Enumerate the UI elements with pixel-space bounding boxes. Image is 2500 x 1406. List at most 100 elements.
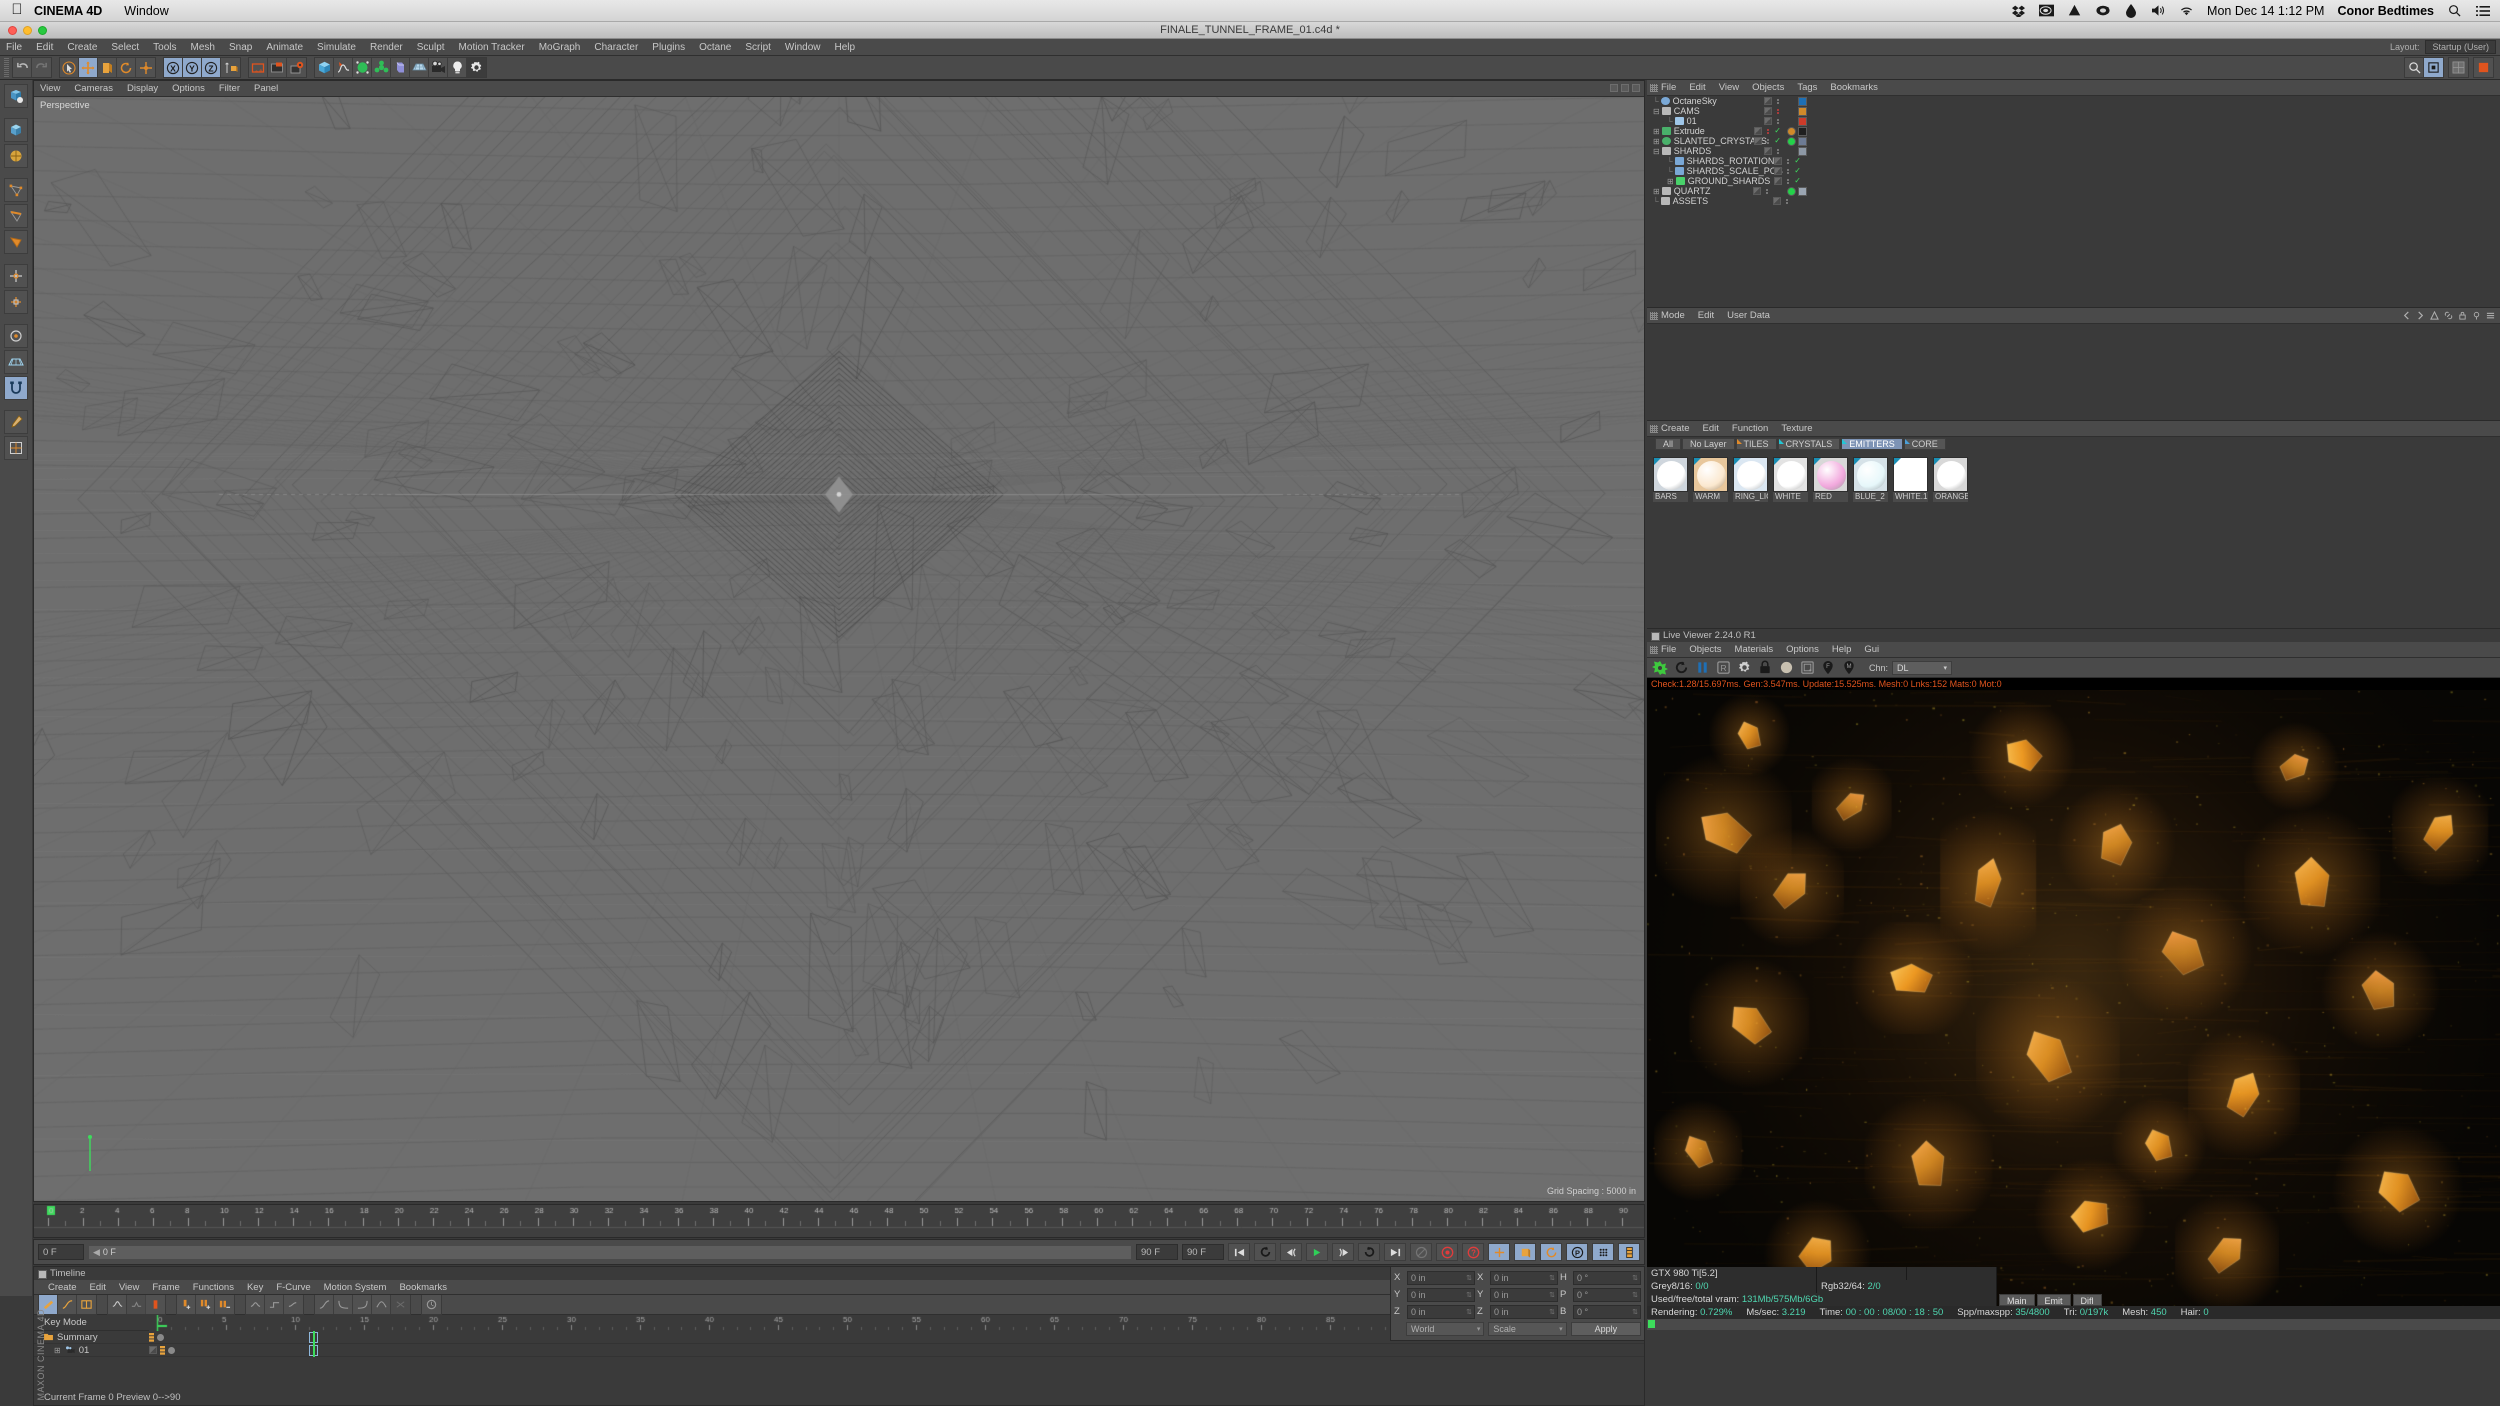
object-row[interactable]: ⊞ Extrude ✓ xyxy=(1647,126,2500,136)
menu-octane[interactable]: Octane xyxy=(699,42,731,53)
step-interp-icon[interactable] xyxy=(265,1295,284,1314)
object-enable-dots-icon[interactable] xyxy=(1774,118,1782,124)
object-visibility-dots-icon[interactable] xyxy=(1764,147,1772,155)
material-swatch[interactable]: WARM xyxy=(1693,457,1728,502)
size-z-field[interactable]: 0 in xyxy=(1490,1304,1558,1319)
attr-tab-mode[interactable]: Mode xyxy=(1661,310,1685,321)
material-sphere-icon[interactable] xyxy=(1777,659,1795,677)
green-material-tag[interactable] xyxy=(1787,136,1796,146)
material-preview-icon[interactable] xyxy=(1653,457,1688,492)
dropbox-icon[interactable] xyxy=(2011,3,2026,18)
material-swatch-list[interactable]: BARS WARM RING_LIGH WHITE RED BLUE_2 WHITE.1 OR… xyxy=(1647,451,2500,502)
matmgr-menu-create[interactable]: Create xyxy=(1661,423,1690,434)
object-row[interactable]: ⊞ SLANTED_CRYSTALS ✓ xyxy=(1647,136,2500,146)
ease-both-icon[interactable] xyxy=(372,1295,391,1314)
enable-axis-icon[interactable] xyxy=(4,290,28,314)
viewport-menu-display[interactable]: Display xyxy=(127,83,158,94)
nvidia-icon[interactable] xyxy=(2039,3,2055,18)
octane-sky-tag[interactable] xyxy=(1798,96,1807,106)
timeline-menu-functions[interactable]: Functions xyxy=(193,1282,234,1293)
material-preview-icon[interactable] xyxy=(1853,457,1888,492)
object-visibility-dots-icon[interactable] xyxy=(1764,97,1772,105)
fcurve-mode-icon[interactable] xyxy=(58,1295,77,1314)
cube-primitive-icon[interactable] xyxy=(315,58,334,77)
lock-icon[interactable] xyxy=(2458,311,2467,320)
play-backward-loop-icon[interactable] xyxy=(1254,1243,1276,1261)
object-visibility-dots-icon[interactable] xyxy=(1773,197,1781,205)
smooth-interp-icon[interactable] xyxy=(284,1295,303,1314)
menu-window[interactable]: Window xyxy=(785,42,821,53)
camera-tag[interactable] xyxy=(1798,116,1807,126)
settings-gear-icon[interactable] xyxy=(1735,659,1753,677)
remove-keys-icon[interactable] xyxy=(215,1295,234,1314)
sculpt-brush-icon[interactable] xyxy=(4,410,28,434)
octane-start-icon[interactable] xyxy=(1651,659,1669,677)
coord-scale-select[interactable]: Scale xyxy=(1488,1321,1567,1336)
menu-character[interactable]: Character xyxy=(594,42,638,53)
playhead[interactable] xyxy=(313,1343,315,1357)
add-key-icon[interactable] xyxy=(177,1295,196,1314)
viewport-maximize-icon[interactable] xyxy=(1610,84,1618,92)
object-visibility-dots-icon[interactable] xyxy=(1764,117,1772,125)
gear-settings-icon[interactable] xyxy=(467,58,486,77)
object-tree[interactable]: └ OctaneSky ⊟ CAMS └ 01 ⊞ Extrude ✓ ⊞ SLANTED_CRYS… xyxy=(1647,96,2500,206)
lv-menu-materials[interactable]: Materials xyxy=(1735,644,1774,655)
menu-tools[interactable]: Tools xyxy=(153,42,176,53)
axis-z-icon[interactable]: Z xyxy=(202,58,221,77)
object-enable-dots-icon[interactable] xyxy=(1764,128,1772,134)
matmgr-menu-texture[interactable]: Texture xyxy=(1781,423,1812,434)
object-enable-dots-icon[interactable] xyxy=(1784,168,1792,174)
rotation-h-field[interactable]: 0 ° xyxy=(1573,1270,1641,1285)
lv-menu-help[interactable]: Help xyxy=(1832,644,1852,655)
apply-button[interactable]: Apply xyxy=(1570,1321,1641,1336)
material-swatch[interactable]: WHITE.1 xyxy=(1893,457,1928,502)
menu-select[interactable]: Select xyxy=(111,42,139,53)
viewport-menu-cameras[interactable]: Cameras xyxy=(74,83,113,94)
material-swatch[interactable]: RED xyxy=(1813,457,1848,502)
menu-snap[interactable]: Snap xyxy=(229,42,252,53)
auto-tangent-icon[interactable] xyxy=(108,1295,127,1314)
timeline-menu-frame[interactable]: Frame xyxy=(152,1282,179,1293)
texture-tag[interactable] xyxy=(1798,146,1807,156)
objmgr-menu-file[interactable]: File xyxy=(1661,82,1676,93)
region-render-icon[interactable]: R xyxy=(1714,659,1732,677)
select-cursor-icon[interactable] xyxy=(60,58,79,77)
menu-render[interactable]: Render xyxy=(370,42,403,53)
preview-end-field[interactable]: 90 F xyxy=(1136,1244,1178,1260)
pass-emit-button[interactable]: Emit xyxy=(2036,1293,2071,1306)
object-check-icon[interactable]: ✓ xyxy=(1774,137,1781,145)
menu-file[interactable]: File xyxy=(6,42,22,53)
menu-plugins[interactable]: Plugins xyxy=(652,42,685,53)
rotation-b-field[interactable]: 0 ° xyxy=(1573,1304,1641,1319)
motion-mode-icon[interactable] xyxy=(77,1295,96,1314)
menu-script[interactable]: Script xyxy=(745,42,771,53)
current-frame-field[interactable]: 0 F xyxy=(38,1244,84,1260)
octane-material-tag[interactable] xyxy=(1787,126,1796,136)
record-keyframe-icon[interactable] xyxy=(1436,1243,1458,1261)
menu-simulate[interactable]: Simulate xyxy=(317,42,356,53)
material-preview-icon[interactable] xyxy=(1733,457,1768,492)
google-drive-icon[interactable] xyxy=(2067,3,2082,18)
object-enable-dots-icon[interactable] xyxy=(1774,98,1782,104)
object-row[interactable]: └ SHARDS_SCALE_POS ✓ xyxy=(1647,166,2500,176)
points-mode-icon[interactable] xyxy=(4,178,28,202)
object-enable-dots-icon[interactable] xyxy=(1783,198,1791,204)
object-row[interactable]: ⊞ QUARTZ xyxy=(1647,186,2500,196)
autokey-disabled-icon[interactable] xyxy=(1410,1243,1432,1261)
attr-tab-edit[interactable]: Edit xyxy=(1698,310,1714,321)
scale-icon[interactable] xyxy=(98,58,117,77)
world-object-axis-icon[interactable] xyxy=(221,58,240,77)
timeline-menu-bookmarks[interactable]: Bookmarks xyxy=(399,1282,447,1293)
nurbs-icon[interactable] xyxy=(353,58,372,77)
live-selection-icon[interactable] xyxy=(2424,58,2443,77)
timeline-menu-create[interactable]: Create xyxy=(48,1282,77,1293)
menu-icon[interactable] xyxy=(2486,311,2495,320)
object-row[interactable]: ⊞ GROUND_SHARDS ✓ xyxy=(1647,176,2500,186)
object-check-icon[interactable]: ✓ xyxy=(1794,177,1801,185)
preview-range-strip[interactable]: ◀ 0 F xyxy=(88,1244,1132,1260)
pause-icon[interactable] xyxy=(1693,659,1711,677)
snap-toggle-icon[interactable] xyxy=(4,376,28,400)
expander-plus-icon[interactable]: ⊞ xyxy=(1667,177,1674,186)
undo-icon[interactable] xyxy=(13,58,32,77)
play-icon[interactable] xyxy=(1306,1243,1328,1261)
